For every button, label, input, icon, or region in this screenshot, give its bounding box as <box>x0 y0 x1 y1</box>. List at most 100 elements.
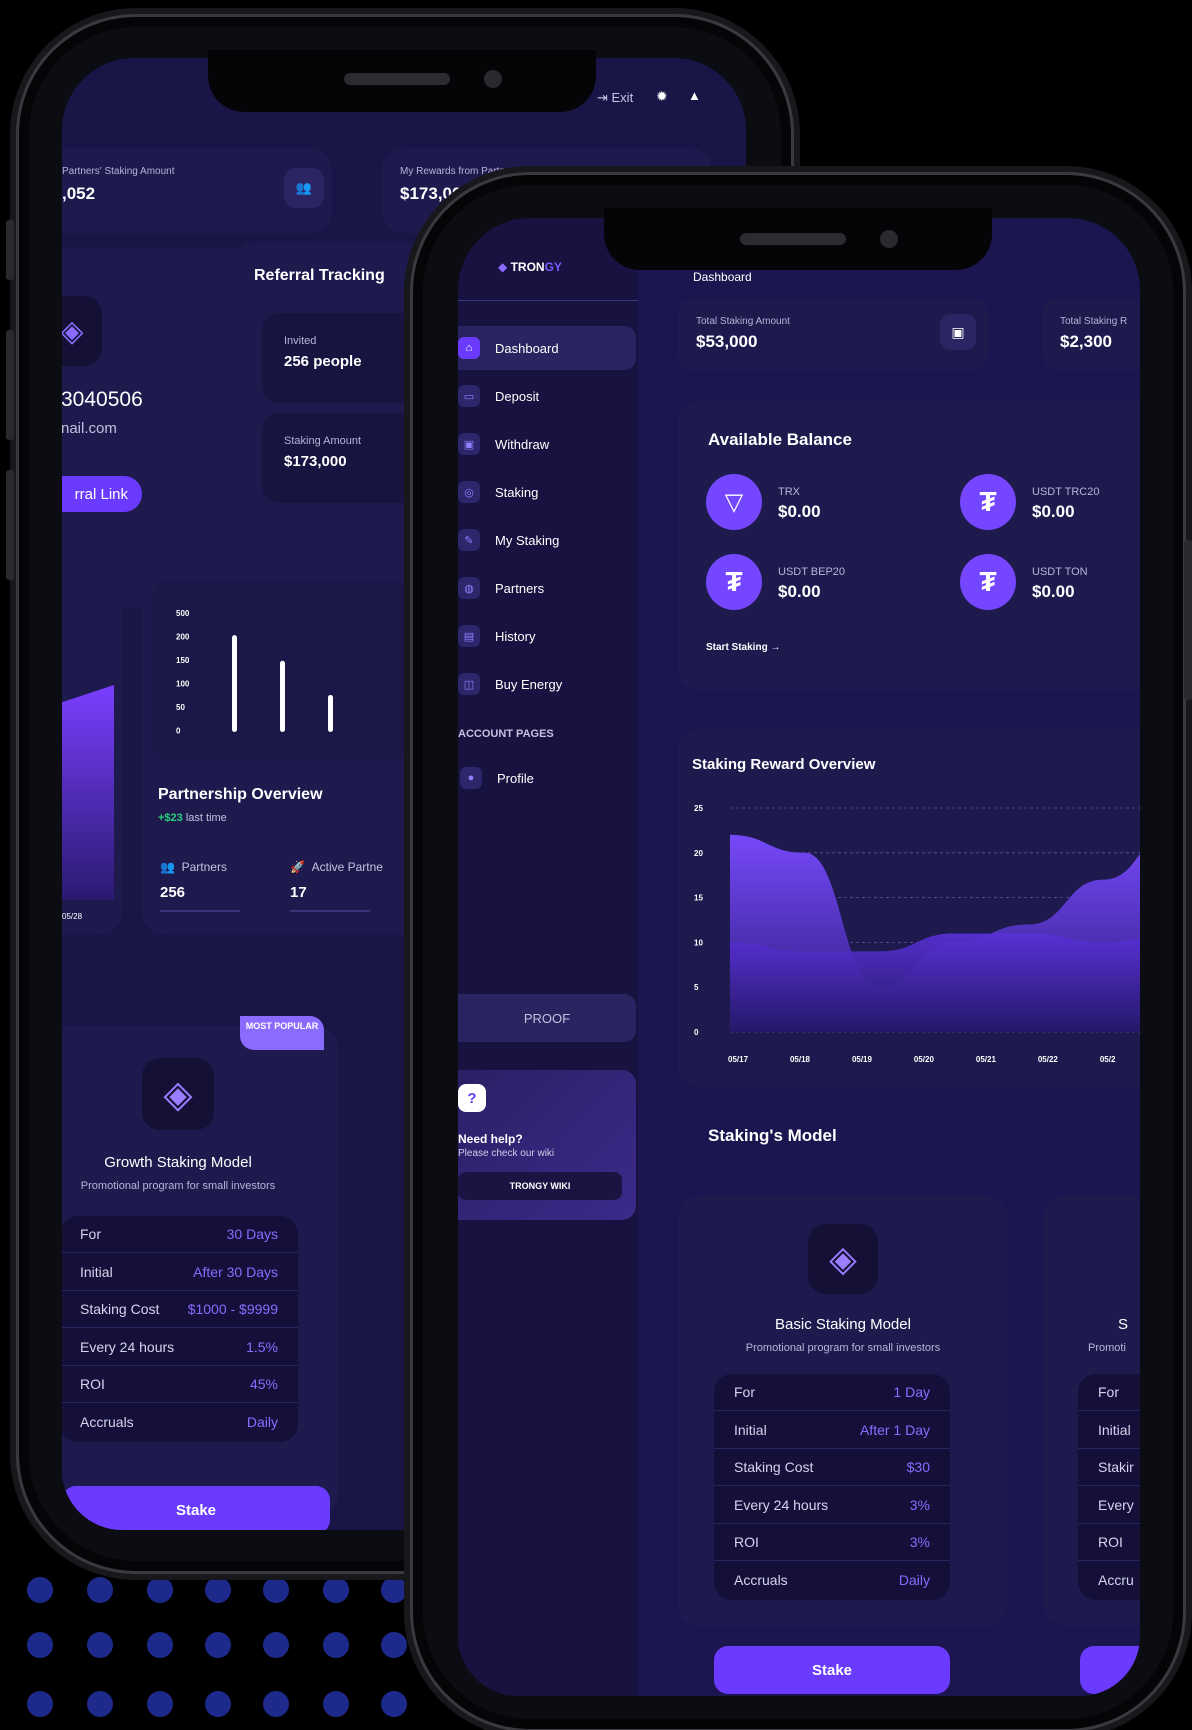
y-tick: 100 <box>176 680 190 689</box>
camera <box>880 230 898 248</box>
side-button <box>6 330 14 440</box>
dot <box>87 1632 113 1658</box>
active-partners-value: 17 <box>290 884 307 901</box>
model-row: For 30 Days <box>62 1216 298 1253</box>
model-row: Every 24 hours 1.5% <box>62 1329 298 1366</box>
account-pages-label: ACCOUNT PAGES <box>458 728 554 740</box>
coin-value: $0.00 <box>778 502 821 521</box>
second-model-card: S Promoti For Initial Stakir Every ROI Accru <box>1044 1196 1140 1626</box>
balance-card: Available Balance ▽ TRX $0.00 ₮ USDT TRC… <box>678 400 1140 690</box>
nav-item[interactable]: ⌂ Dashboard <box>458 326 636 370</box>
proof-button[interactable]: PROOF <box>458 994 636 1042</box>
model-row: Staking Cost $30 <box>714 1449 950 1486</box>
coin-name: TRX <box>778 486 800 498</box>
coin-value: $0.00 <box>1032 502 1075 521</box>
y-tick: 50 <box>176 703 185 712</box>
help-title: Need help? <box>458 1132 523 1146</box>
partners-label: Partners <box>181 860 227 874</box>
help-text: Please check our wiki <box>458 1148 555 1159</box>
row-key: Accruals <box>80 1414 134 1430</box>
logo-icon: ◈ <box>62 296 102 366</box>
logo[interactable]: ◆ TRONGY <box>498 260 562 274</box>
wiki-button[interactable]: TRONGY WIKI <box>458 1172 622 1200</box>
stat-value: $2,300 <box>1060 332 1112 351</box>
nav-item[interactable]: ◍ Partners <box>458 566 638 610</box>
stat-label: Total Staking R <box>1060 316 1128 327</box>
basic-model-card: ◈ Basic Staking Model Promotional progra… <box>678 1196 1008 1626</box>
x-tick: 05/22 <box>1038 1055 1059 1064</box>
y-tick: 20 <box>694 849 703 858</box>
row-key: For <box>80 1226 101 1242</box>
reward-title: Staking Reward Overview <box>692 756 876 773</box>
nav-item[interactable]: ▤ History <box>458 614 638 658</box>
model-subtitle: Promotional program for small investors <box>745 1342 941 1354</box>
badge-label: MOST POPULAR <box>245 1021 319 1031</box>
delta-suffix: last time <box>182 812 227 824</box>
nav-profile[interactable]: ● Profile <box>458 756 638 800</box>
exit-link[interactable]: ⇥ Exit <box>597 90 633 106</box>
row-key: Initial <box>734 1421 767 1438</box>
coin-name: USDT TON <box>1032 566 1088 578</box>
row-key: Initial <box>80 1263 113 1280</box>
x-tick: 05/21 <box>976 1055 997 1064</box>
referral-link-label: rral Link <box>74 485 128 503</box>
dot <box>27 1691 53 1717</box>
referral-link-button[interactable]: rral Link <box>62 476 142 512</box>
question-icon: ? <box>458 1084 486 1112</box>
bell-icon[interactable]: ▲ <box>688 88 701 103</box>
row-key: Staking Cost <box>734 1459 814 1475</box>
partners-underline <box>160 910 240 912</box>
y-tick: 5 <box>694 983 699 992</box>
card-icon: ▭ <box>458 385 480 407</box>
side-button <box>6 470 14 580</box>
staking-amount-label: Staking Amount <box>284 435 362 447</box>
logo-icon: ◆ <box>498 260 508 274</box>
bar <box>280 660 285 732</box>
dot <box>381 1632 407 1658</box>
dot <box>147 1691 173 1717</box>
trx-icon: ▽ <box>706 474 762 530</box>
start-staking-link[interactable]: Start Staking → <box>706 642 780 653</box>
coin-name: USDT BEP20 <box>778 566 846 578</box>
stake-button[interactable]: Stake <box>62 1486 330 1530</box>
y-tick: 15 <box>694 894 703 903</box>
wallet-icon: ▣ <box>458 433 480 455</box>
speaker <box>740 233 846 245</box>
nav-item[interactable]: ▭ Deposit <box>458 374 638 418</box>
dot <box>147 1632 173 1658</box>
nav-profile-label: Profile <box>497 770 534 786</box>
dot <box>323 1577 349 1603</box>
usdt-trc20-icon: ₮ <box>960 474 1016 530</box>
row-value: 45% <box>249 1376 278 1392</box>
stake-button-fragment[interactable] <box>1080 1646 1140 1694</box>
nav-item[interactable]: ◎ Staking <box>458 470 638 514</box>
gear-icon[interactable]: ✹ <box>656 88 668 105</box>
x-tick: 05/19 <box>852 1055 873 1064</box>
dot <box>87 1577 113 1603</box>
page-title: Dashboard <box>693 270 752 284</box>
start-staking-label: Start Staking <box>706 642 768 653</box>
nav-item-label: Buy Energy <box>495 676 563 692</box>
x-tick: 05/18 <box>790 1055 811 1064</box>
nav-item[interactable]: ✎ My Staking <box>458 518 638 562</box>
wallet-icon: ▣ <box>940 314 976 350</box>
help-card: ? Need help? Please check our wiki TRONG… <box>458 1070 636 1220</box>
active-underline <box>290 910 370 912</box>
stake-button[interactable]: Stake <box>714 1646 950 1694</box>
invited-label: Invited <box>284 335 317 347</box>
model-row: Stakir <box>1078 1449 1140 1486</box>
nav-item-label: Staking <box>495 484 539 500</box>
model-row: Initial After 30 Days <box>62 1254 298 1291</box>
y-tick: 500 <box>176 609 190 618</box>
area-chart: 25 20 15 10 5 0 05/17 05/18 05/19 05/20 05/21 05/22… <box>694 804 1140 1064</box>
diamond-icon: ◈ <box>808 1224 878 1294</box>
exit-label: Exit <box>611 90 634 105</box>
coin-value: $0.00 <box>1032 582 1075 601</box>
nav-item[interactable]: ◫ Buy Energy <box>458 662 638 706</box>
referral-title: Referral Tracking <box>254 267 385 284</box>
model-details: For 1 Day Initial After 1 Day Staking Cost $3… <box>714 1374 950 1600</box>
model-row: ROI 3% <box>714 1524 950 1561</box>
nav-item[interactable]: ▣ Withdraw <box>458 422 638 466</box>
model-subtitle: Promoti <box>1088 1342 1126 1354</box>
area-fragment <box>62 685 114 900</box>
